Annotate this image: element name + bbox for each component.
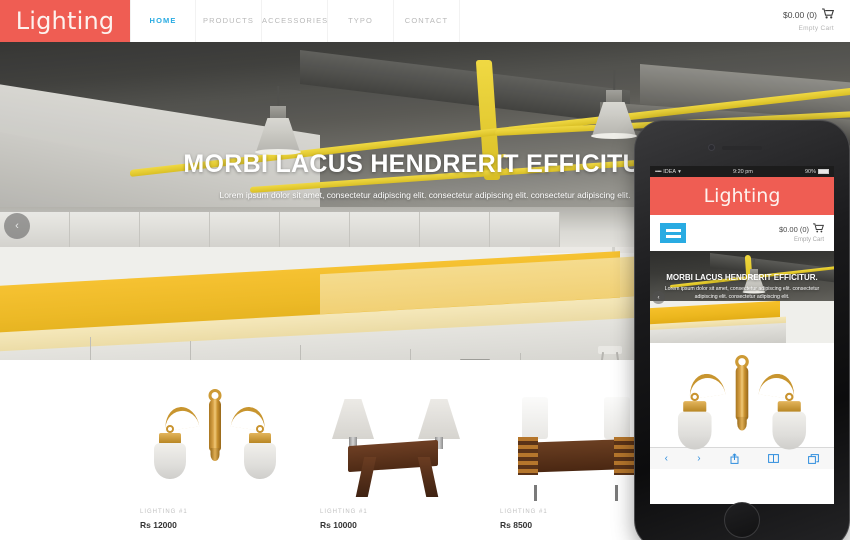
front-camera-icon [708,144,715,151]
hero-subtitle: Lorem ipsum dolor sit amet, consectetur … [219,190,631,200]
hamburger-menu-icon[interactable] [660,223,686,243]
mobile-cart-price: $0.00 (0) [778,224,809,234]
signal-dots-icon: ••••• [655,168,662,175]
mobile-cart-widget[interactable]: $0.00 (0) Empty Cart [778,223,825,243]
phone-status-bar: ••••• IDEA ▾ 9:20 pm 90% [650,166,834,177]
page-root: Lighting HOME PRODUCTS ACCESSORIES TYPO … [0,0,850,540]
product-card[interactable]: LIGHTING #1 Rs 10000 [320,360,470,540]
nav-item-home[interactable]: HOME [130,0,196,42]
battery-percent: 90% [804,168,816,175]
cart-price: $0.00 (0) [782,10,817,20]
wifi-icon: ▾ [678,168,681,175]
product-name: LIGHTING #1 [140,509,188,515]
product-image-rustic-sconce [500,385,650,505]
product-image-wooden-sconce [320,385,470,505]
nav-item-typo[interactable]: TYPO [328,0,394,42]
mobile-hero-carousel: MORBI LACUS HENDRERIT EFFICITUR. Lorem i… [650,251,834,343]
forward-chevron-icon[interactable]: › [697,453,700,464]
mobile-product-showcase[interactable] [650,343,834,450]
carrier-label: IDEA [663,168,677,175]
mobile-hero-text: MORBI LACUS HENDRERIT EFFICITUR. Lorem i… [650,273,834,302]
product-card[interactable]: LIGHTING #1 Rs 8500 [500,360,650,540]
product-price: Rs 10000 [320,520,357,530]
nav-item-contact[interactable]: CONTACT [394,0,460,42]
phone-home-button[interactable] [724,502,760,538]
bookmarks-icon[interactable] [768,454,779,463]
carousel-prev-arrow[interactable]: ‹ [4,213,30,239]
phone-speaker [722,146,762,150]
product-image-brass-sconce [140,385,290,505]
tabs-icon[interactable] [808,453,820,464]
mobile-toolbar: $0.00 (0) Empty Cart [650,215,834,251]
product-price: Rs 8500 [500,520,533,530]
product-price: Rs 12000 [140,520,177,530]
clock-label: 9:20 pm [732,168,753,175]
cart-summary-row: $0.00 (0) [714,8,835,22]
shopping-cart-icon[interactable] [822,8,835,22]
main-navigation: HOME PRODUCTS ACCESSORIES TYPO CONTACT [130,0,460,42]
mobile-cart-status: Empty Cart [793,237,824,243]
cart-widget[interactable]: $0.00 (0) Empty Cart [714,8,835,32]
nav-item-products[interactable]: PRODUCTS [196,0,262,42]
battery-icon [817,169,829,174]
product-card[interactable]: LIGHTING #1 Rs 12000 [140,360,290,540]
mobile-hero-title: MORBI LACUS HENDRERIT EFFICITUR. [666,273,818,282]
logo-text: Lighting [15,7,115,35]
shopping-cart-icon[interactable] [813,223,825,235]
mobile-hero-subtitle: Lorem ipsum dolor sit amet, consectetur … [664,286,820,301]
site-header: Lighting HOME PRODUCTS ACCESSORIES TYPO … [0,0,850,42]
phone-screen: ••••• IDEA ▾ 9:20 pm 90% Lighting $0.00 … [650,166,834,504]
safari-toolbar: ‹ › [650,447,834,469]
mobile-carousel-prev-arrow[interactable]: ‹ [652,291,665,304]
share-icon[interactable] [730,453,739,464]
back-chevron-icon[interactable]: ‹ [665,453,668,464]
site-logo[interactable]: Lighting [0,0,130,42]
phone-mockup: ••••• IDEA ▾ 9:20 pm 90% Lighting $0.00 … [634,120,850,540]
product-name: LIGHTING #1 [500,509,548,515]
mobile-logo[interactable]: Lighting [650,177,834,215]
mobile-logo-text: Lighting [703,185,781,207]
cart-status: Empty Cart [798,25,834,32]
product-name: LIGHTING #1 [320,509,368,515]
nav-item-accessories[interactable]: ACCESSORIES [262,0,328,42]
